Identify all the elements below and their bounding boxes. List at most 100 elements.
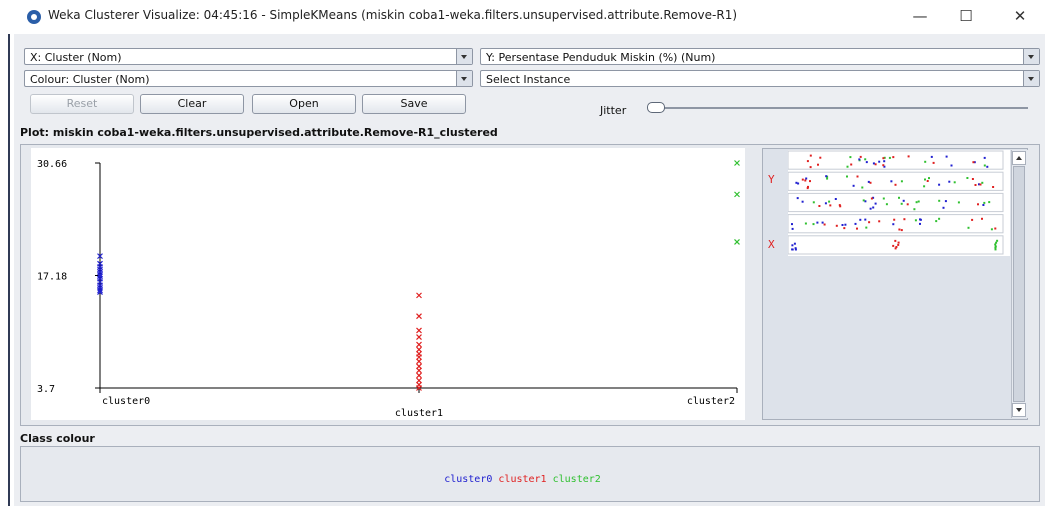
data-point-cluster1-4[interactable] xyxy=(416,341,422,348)
scatter-plot-area[interactable]: 30.66 17.18 3.7 cluster0 cluster1 cluster2 xyxy=(31,148,745,420)
matrix-dot xyxy=(865,226,868,229)
matrix-dot xyxy=(801,178,804,181)
y-tick-label: 30.66 xyxy=(37,159,67,170)
matrix-dot xyxy=(971,178,974,180)
matrix-dot xyxy=(986,165,989,168)
title-bar: Weka Clusterer Visualize: 04:45:16 - Sim… xyxy=(0,0,1045,34)
matrix-dot xyxy=(856,227,858,230)
x-axis-select[interactable]: X: Cluster (Nom) xyxy=(24,48,473,65)
matrix-dot xyxy=(846,165,849,168)
legend-entry-cluster2[interactable]: cluster2 xyxy=(553,474,601,485)
data-point-cluster1-2[interactable] xyxy=(416,327,422,334)
data-point-cluster1-1[interactable] xyxy=(416,313,422,320)
matrix-dot xyxy=(865,161,868,164)
chevron-down-icon[interactable] xyxy=(456,71,472,86)
data-point-cluster2-0[interactable] xyxy=(734,160,740,166)
matrix-dot xyxy=(791,248,794,251)
matrix-dot xyxy=(930,155,933,158)
y-axis-select[interactable]: Y: Persentase Penduduk Miskin (%) (Num) xyxy=(480,48,1040,65)
matrix-dot xyxy=(817,163,819,166)
matrix-dot xyxy=(981,217,983,220)
data-point-cluster1-0[interactable] xyxy=(416,292,422,299)
y-tick-label: 17.18 xyxy=(37,272,67,283)
scroll-up-arrow-icon[interactable] xyxy=(1012,151,1026,165)
matrix-dot xyxy=(893,218,896,221)
data-point-cluster1-3[interactable] xyxy=(416,334,422,341)
attribute-matrix-plots[interactable] xyxy=(787,150,1010,256)
matrix-dot xyxy=(895,246,898,248)
clear-button[interactable]: Clear xyxy=(140,94,244,114)
matrix-dot xyxy=(874,202,877,205)
matrix-cell-1[interactable] xyxy=(787,171,1004,191)
matrix-cell-0[interactable] xyxy=(787,150,1004,170)
attribute-matrix-svg[interactable] xyxy=(787,150,1010,256)
open-button[interactable]: Open xyxy=(252,94,356,114)
scroll-down-arrow-icon[interactable] xyxy=(1012,403,1026,417)
matrix-dot xyxy=(867,180,870,183)
matrix-dot xyxy=(983,201,986,204)
chevron-down-icon[interactable] xyxy=(1023,49,1039,64)
matrix-dot xyxy=(917,200,920,203)
save-button[interactable]: Save xyxy=(362,94,466,114)
legend-entry-cluster0[interactable]: cluster0 xyxy=(444,474,492,485)
matrix-dot xyxy=(992,186,995,188)
matrix-dot xyxy=(794,247,797,250)
scatter-plot-svg[interactable]: 30.66 17.18 3.7 cluster0 cluster1 cluster2 xyxy=(31,148,745,420)
matrix-dot xyxy=(812,201,815,204)
matrix-dot xyxy=(872,206,875,209)
close-button[interactable]: ✕ xyxy=(1004,4,1036,28)
matrix-dot xyxy=(878,220,881,223)
matrix-dot xyxy=(957,201,960,204)
matrix-dot xyxy=(806,160,809,163)
matrix-dot xyxy=(938,199,941,202)
colour-select[interactable]: Colour: Cluster (Nom) xyxy=(24,70,473,87)
matrix-dot xyxy=(791,244,794,247)
chevron-down-icon[interactable] xyxy=(456,49,472,64)
maximize-button[interactable]: ☐ xyxy=(950,4,982,28)
chevron-down-icon[interactable] xyxy=(1023,71,1039,86)
matrix-cell-4[interactable] xyxy=(787,235,1004,255)
minimize-button[interactable]: — xyxy=(904,4,936,28)
matrix-dot xyxy=(805,177,808,180)
matrix-dot xyxy=(919,222,921,225)
matrix-cell-2[interactable] xyxy=(787,192,1004,213)
matrix-dot xyxy=(926,180,929,182)
data-point-cluster2-1[interactable] xyxy=(734,191,740,198)
matrix-dot xyxy=(859,218,862,221)
legend-entry-cluster1[interactable]: cluster1 xyxy=(498,474,546,485)
jitter-slider-track[interactable] xyxy=(648,107,1028,109)
data-point-cluster1-10[interactable] xyxy=(416,367,422,374)
matrix-dot xyxy=(818,205,821,207)
matrix-dot xyxy=(944,200,947,203)
matrix-dot xyxy=(913,208,916,211)
matrix-dot xyxy=(894,239,897,242)
matrix-dot xyxy=(894,183,897,186)
matrix-dot xyxy=(872,162,875,165)
window-title: Weka Clusterer Visualize: 04:45:16 - Sim… xyxy=(48,8,738,22)
matrix-dot xyxy=(942,206,945,209)
matrix-dot xyxy=(801,200,804,203)
matrix-dot xyxy=(882,164,885,167)
jitter-slider-handle[interactable] xyxy=(647,102,665,113)
matrix-dot xyxy=(861,186,864,189)
scrollbar-thumb[interactable] xyxy=(1013,166,1025,402)
matrix-dot xyxy=(883,160,886,163)
matrix-dot xyxy=(900,229,903,232)
matrix-dot xyxy=(823,223,826,226)
data-point-cluster1-8[interactable] xyxy=(416,358,422,365)
matrix-dot xyxy=(816,221,819,224)
matrix-dot xyxy=(914,219,917,222)
matrix-cell-3[interactable] xyxy=(787,214,1004,234)
matrix-dot xyxy=(844,223,847,226)
data-point-cluster1-11[interactable] xyxy=(416,372,422,379)
matrix-dot xyxy=(809,154,812,157)
data-point-cluster2-2[interactable] xyxy=(734,239,740,245)
select-instance-select[interactable]: Select Instance xyxy=(480,70,1040,87)
reset-button[interactable]: Reset xyxy=(30,94,134,114)
matrix-dot xyxy=(924,178,926,181)
matrix-dot xyxy=(797,182,800,185)
plot-title: Plot: miskin coba1-weka.filters.unsuperv… xyxy=(20,126,498,139)
matrix-dot xyxy=(948,180,951,183)
matrix-dot xyxy=(864,158,867,161)
matrix-dot xyxy=(829,204,832,207)
